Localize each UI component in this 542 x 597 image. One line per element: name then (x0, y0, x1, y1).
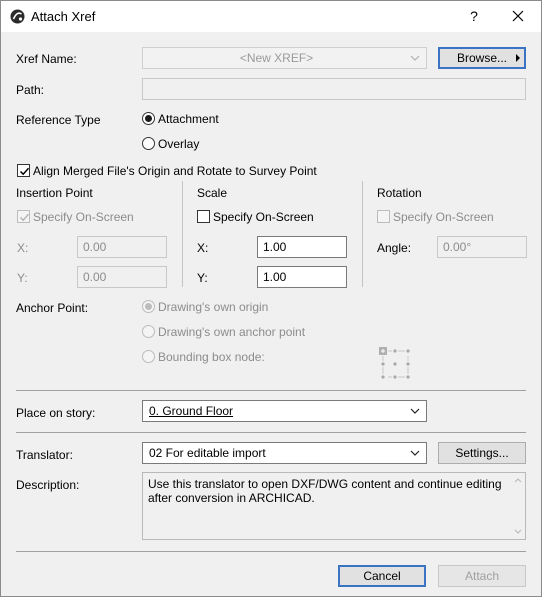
cancel-button[interactable]: Cancel (338, 565, 426, 587)
window-title: Attach Xref (31, 9, 96, 24)
path-field (142, 78, 526, 100)
anchor-bbox-node-radio (142, 350, 155, 363)
translator-value: 02 For editable import (149, 446, 266, 460)
insertion-x-label: X: (17, 241, 29, 255)
settings-button[interactable]: Settings... (438, 442, 526, 464)
rotation-specify-label: Specify On-Screen (393, 210, 494, 224)
chevron-down-icon (410, 450, 420, 456)
rotation-angle-field: 0.00° (437, 236, 527, 258)
story-select[interactable]: 0. Ground Floor (142, 400, 427, 422)
anchor-origin-label: Drawing's own origin (158, 300, 269, 314)
insertion-specify-checkbox (17, 210, 30, 223)
browse-label: Browse... (456, 51, 507, 65)
menu-arrow-right-icon (516, 54, 520, 62)
reference-type-label: Reference Type (16, 113, 101, 127)
insertion-y-label: Y: (17, 271, 28, 285)
attachment-label: Attachment (158, 112, 219, 126)
scale-x-field[interactable]: 1.00 (257, 236, 347, 258)
anchor-origin-radio (142, 300, 155, 313)
scale-y-label: Y: (197, 271, 208, 285)
align-origin-label: Align Merged File's Origin and Rotate to… (33, 164, 317, 178)
overlay-label: Overlay (158, 137, 200, 151)
scale-specify-checkbox[interactable] (197, 210, 210, 223)
xref-name-value: <New XREF> (239, 51, 314, 65)
scale-title: Scale (197, 186, 228, 200)
attachment-radio[interactable] (142, 112, 155, 125)
chevron-down-icon (410, 55, 420, 61)
close-icon (512, 10, 524, 22)
description-label: Description: (16, 478, 80, 492)
chevron-down-icon (410, 408, 420, 414)
rotation-angle-label: Angle: (377, 241, 412, 255)
title-bar: Attach Xref ? (1, 1, 541, 32)
column-divider (362, 181, 363, 287)
insertion-point-title: Insertion Point (16, 186, 93, 200)
description-text: Use this translator to open DXF/DWG cont… (142, 472, 526, 540)
anchor-bbox-node-label: Bounding box node: (158, 350, 265, 364)
description-scrollbar[interactable] (511, 473, 525, 539)
section-divider (16, 551, 526, 552)
scale-x-label: X: (197, 241, 209, 255)
attach-button[interactable]: Attach (438, 565, 526, 587)
attach-xref-dialog: Attach Xref ? Xref Name: <New XREF> Brow… (0, 0, 542, 597)
story-value: 0. Ground Floor (149, 404, 234, 418)
checkmark-icon (19, 213, 30, 222)
scale-y-field[interactable]: 1.00 (257, 266, 347, 288)
help-button[interactable]: ? (461, 5, 487, 27)
browse-button[interactable]: Browse... (438, 47, 526, 69)
rotation-title: Rotation (377, 186, 422, 200)
translator-select[interactable]: 02 For editable import (142, 442, 427, 464)
align-origin-checkbox[interactable] (17, 164, 30, 177)
xref-name-combo: <New XREF> (142, 47, 427, 69)
anchor-own-point-radio (142, 325, 155, 338)
anchor-own-point-label: Drawing's own anchor point (158, 325, 306, 339)
description-value: Use this translator to open DXF/DWG cont… (148, 477, 502, 505)
column-divider (182, 181, 183, 287)
insertion-y-field: 0.00 (77, 266, 167, 288)
path-label: Path: (16, 83, 45, 97)
bounding-box-nodes-icon (379, 347, 410, 379)
anchor-point-label: Anchor Point: (16, 301, 89, 315)
section-divider (16, 390, 526, 391)
insertion-specify-label: Specify On-Screen (33, 210, 134, 224)
scroll-down-icon[interactable] (514, 529, 522, 534)
checkmark-icon (19, 167, 30, 176)
rotation-specify-checkbox (377, 210, 390, 223)
scroll-up-icon[interactable] (514, 478, 522, 483)
place-on-story-label: Place on story: (16, 406, 96, 420)
archicad-logo-icon (10, 9, 25, 24)
close-button[interactable] (505, 5, 531, 27)
xref-name-label: Xref Name: (16, 52, 77, 66)
section-divider (16, 432, 526, 433)
insertion-x-field: 0.00 (77, 236, 167, 258)
scale-specify-label: Specify On-Screen (213, 210, 314, 224)
overlay-radio[interactable] (142, 137, 155, 150)
translator-label: Translator: (16, 448, 73, 462)
